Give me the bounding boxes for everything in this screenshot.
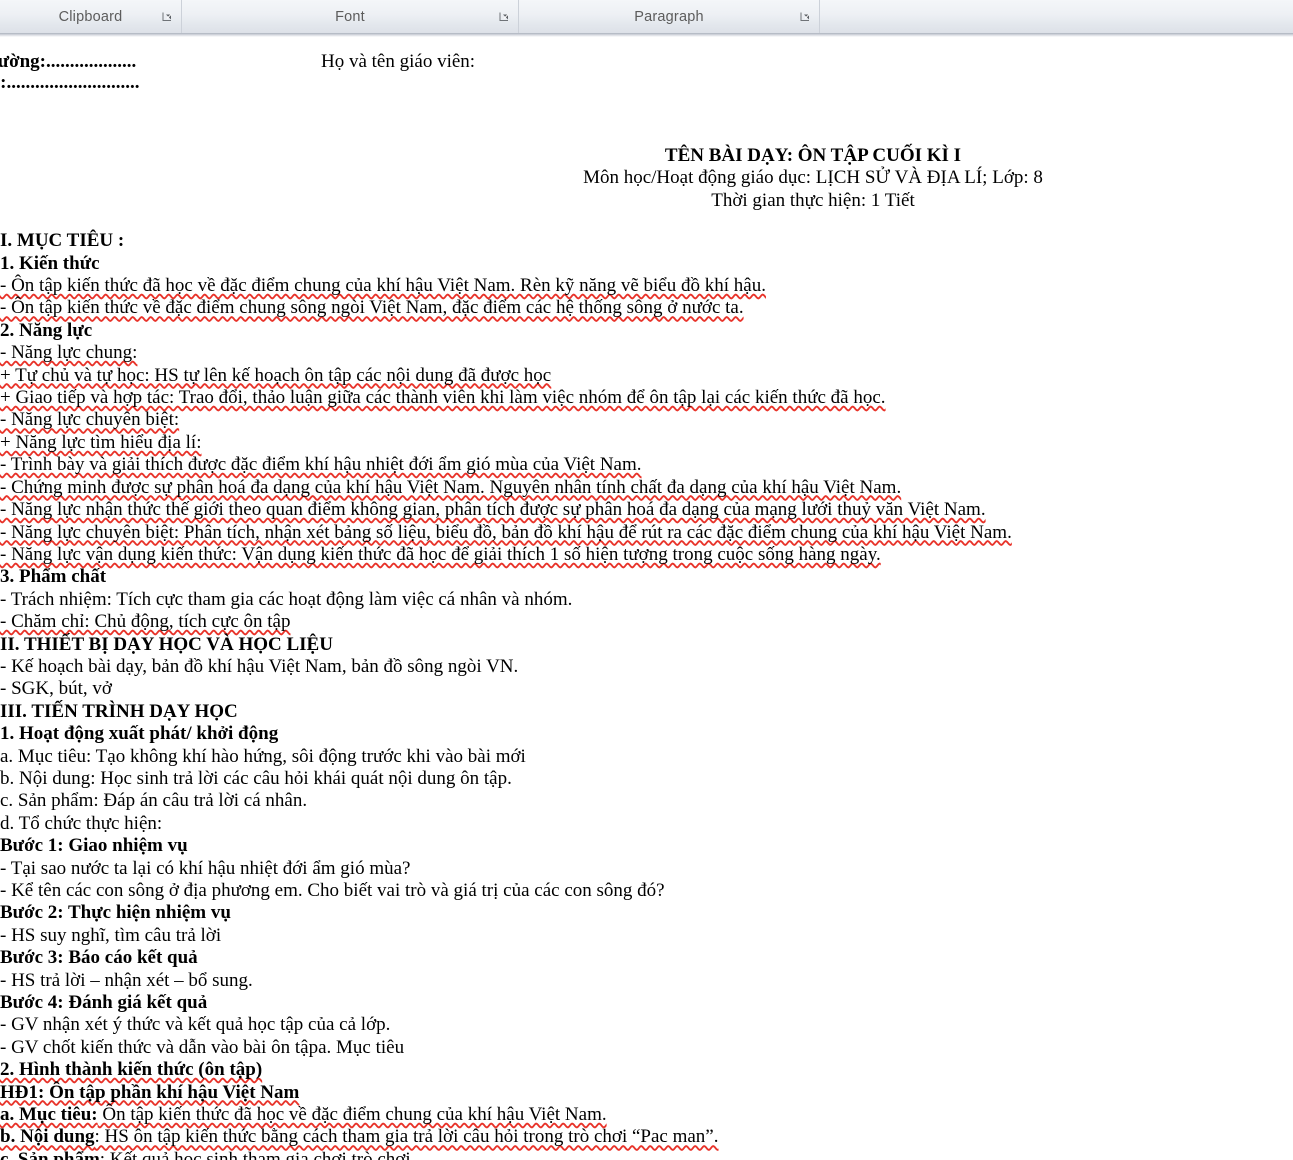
ribbon-group-paragraph-label: Paragraph [634, 8, 704, 25]
para-nang-luc-van-dung: - Năng lực vận dụng kiến thức: Vận dụng … [0, 543, 881, 565]
heading-nang-luc: 2. Năng lực [0, 319, 93, 341]
ribbon-group-overflow [820, 0, 1293, 33]
heading-nang-luc-chuyen-biet: - Năng lực chuyên biệt: [0, 409, 180, 431]
document-page[interactable]: Trường:................... Tổ:..........… [0, 37, 1293, 1160]
ribbon-group-font-label: Font [335, 8, 365, 25]
label-hd1-muc-tieu: a. Mục tiêu: [0, 1104, 98, 1126]
title-lesson-name: TÊN BÀI DẠY: ÔN TẬP CUỐI KÌ I [664, 145, 962, 166]
heading-nang-luc-chung: - Năng lực chung: [0, 342, 138, 364]
heading-buoc-2: Bước 2: Thực hiện nhiệm vụ [0, 902, 231, 924]
heading-buoc-1: Bước 1: Giao nhiệm vụ [0, 835, 188, 857]
heading-muc-tieu: I. MỤC TIÊU : [0, 230, 125, 252]
para-buoc2-body: - HS suy nghĩ, tìm câu trả lời [0, 924, 222, 946]
document-title-block: TÊN BÀI DẠY: ÔN TẬP CUỐI KÌ I Môn học/Ho… [0, 145, 1293, 212]
para-chung-minh-phan-hoa: - Chứng minh được sự phân hoá đa dạng củ… [0, 476, 902, 498]
para-buoc1-question-2: - Kể tên các con sông ở địa phương em. C… [0, 880, 665, 901]
para-buoc1-question-1: - Tại sao nước ta lại có khí hậu nhiệt đ… [0, 857, 411, 879]
ribbon-group-label-bar: Clipboard Font Paragraph [0, 0, 1293, 34]
header-department-line: Tổ:............................ [0, 72, 140, 93]
para-nhan-thuc-the-gioi: - Năng lực nhận thức thế giới theo quan … [0, 499, 986, 521]
para-hd-to-chuc: d. Tổ chức thực hiện: [0, 812, 163, 834]
para-buoc4-body-1: - GV nhận xét ý thức và kết quả học tập … [0, 1014, 391, 1036]
para-giao-tiep-hop-tac: + Giao tiếp và hợp tác: Trao đổi, thảo l… [0, 387, 886, 409]
para-hd1-muc-tieu: a. Mục tiêu: Ôn tập kiến thức đã học về … [0, 1104, 1293, 1126]
title-subject: Môn học/Hoạt động giáo dục: LỊCH SỬ VÀ Đ… [583, 167, 1043, 189]
heading-hinh-thanh-kien-thuc: 2. Hình thành kiến thức (ôn tập) [0, 1059, 263, 1081]
ribbon-group-font[interactable]: Font [182, 0, 519, 33]
para-hd-muc-tieu: a. Mục tiêu: Tạo không khí hào hứng, sôi… [0, 745, 526, 767]
heading-buoc-4: Bước 4: Đánh giá kết quả [0, 992, 208, 1014]
para-kien-thuc-2: - Ôn tập kiến thức về đặc điểm chung sôn… [0, 297, 744, 319]
para-trinh-bay-giai-thich: - Trình bày và giải thích được đặc điểm … [0, 454, 642, 476]
para-thiet-bi-2: - SGK, bút, vở [0, 678, 112, 700]
para-kien-thuc-1: - Ôn tập kiến thức đã học về đặc điểm ch… [0, 275, 766, 297]
para-hd-san-pham: c. Sản phẩm: Đáp án câu trả lời cá nhân. [0, 790, 308, 812]
document-content: I. MỤC TIÊU : 1. Kiến thức - Ôn tập kiến… [0, 230, 1293, 1160]
para-cham-chi: - Chăm chỉ: Chủ động, tích cực ôn tập [0, 611, 291, 633]
para-trach-nhiem: - Trách nhiệm: Tích cực tham gia các hoạ… [0, 588, 573, 610]
label-hd1-san-pham: c. Sản phẩm [0, 1148, 100, 1160]
dialog-launcher-icon[interactable] [799, 10, 812, 23]
para-nang-luc-chuyen-biet-2: - Năng lực chuyên biệt: Phân tích, nhận … [0, 521, 1012, 543]
heading-kien-thuc: 1. Kiến thức [0, 252, 100, 274]
para-buoc4-body-2: - GV chốt kiến thức và dẫn vào bài ôn tậ… [0, 1036, 405, 1058]
header-teacher-name-line: Họ và tên giáo viên: [321, 51, 476, 72]
heading-pham-chat: 3. Phẩm chất [0, 566, 107, 588]
heading-thiet-bi-day-hoc: II. THIẾT BỊ DẠY HỌC VÀ HỌC LIỆU [0, 633, 333, 655]
document-body: Trường:................... Tổ:..........… [0, 37, 1293, 1160]
label-hd1-noi-dung: b. Nội dung [0, 1126, 95, 1148]
ribbon-group-clipboard[interactable]: Clipboard [0, 0, 182, 33]
header-school-line: Trường:................... [0, 51, 137, 72]
text-hd1-san-pham: : Kết quả học sinh tham gia chơi trò chơ… [99, 1148, 416, 1160]
heading-buoc-3: Bước 3: Báo cáo kết quả [0, 947, 198, 969]
para-tu-chu-tu-hoc: + Tự chủ và tự học: HS tự lên kế hoạch ô… [0, 364, 552, 386]
dialog-launcher-icon[interactable] [161, 10, 174, 23]
para-buoc3-body: - HS trả lời – nhận xét – bổ sung. [0, 969, 253, 991]
para-thiet-bi-1: - Kế hoạch bài dạy, bản đồ khí hậu Việt … [0, 655, 519, 677]
ribbon-group-clipboard-label: Clipboard [58, 8, 123, 25]
para-hd1-noi-dung: b. Nội dung: HS ôn tập kiến thức bằng cá… [0, 1126, 1293, 1148]
heading-tien-trinh-day-hoc: III. TIẾN TRÌNH DẠY HỌC [0, 700, 238, 722]
para-hd-noi-dung: b. Nội dung: Học sinh trả lời các câu hỏ… [0, 767, 512, 789]
ribbon-group-paragraph[interactable]: Paragraph [519, 0, 820, 33]
dialog-launcher-icon[interactable] [498, 10, 511, 23]
heading-hd1: HĐ1: Ôn tập phần khí hậu Việt Nam [0, 1081, 300, 1103]
heading-hoat-dong-khoi-dong: 1. Hoạt động xuất phát/ khởi động [0, 723, 279, 745]
heading-nang-luc-tim-hieu-dia-li: + Năng lực tìm hiểu địa lí: [0, 431, 202, 453]
text-hd1-muc-tieu: Ôn tập kiến thức đã học về đặc điểm chun… [97, 1104, 607, 1126]
document-header-row: Trường:................... Tổ:..........… [0, 51, 1293, 97]
para-hd1-san-pham: c. Sản phẩm: Kết quả học sinh tham gia c… [0, 1149, 1293, 1160]
text-hd1-noi-dung: : HS ôn tập kiến thức bằng cách tham gia… [94, 1126, 719, 1148]
title-duration: Thời gian thực hiện: 1 Tiết [711, 189, 915, 211]
